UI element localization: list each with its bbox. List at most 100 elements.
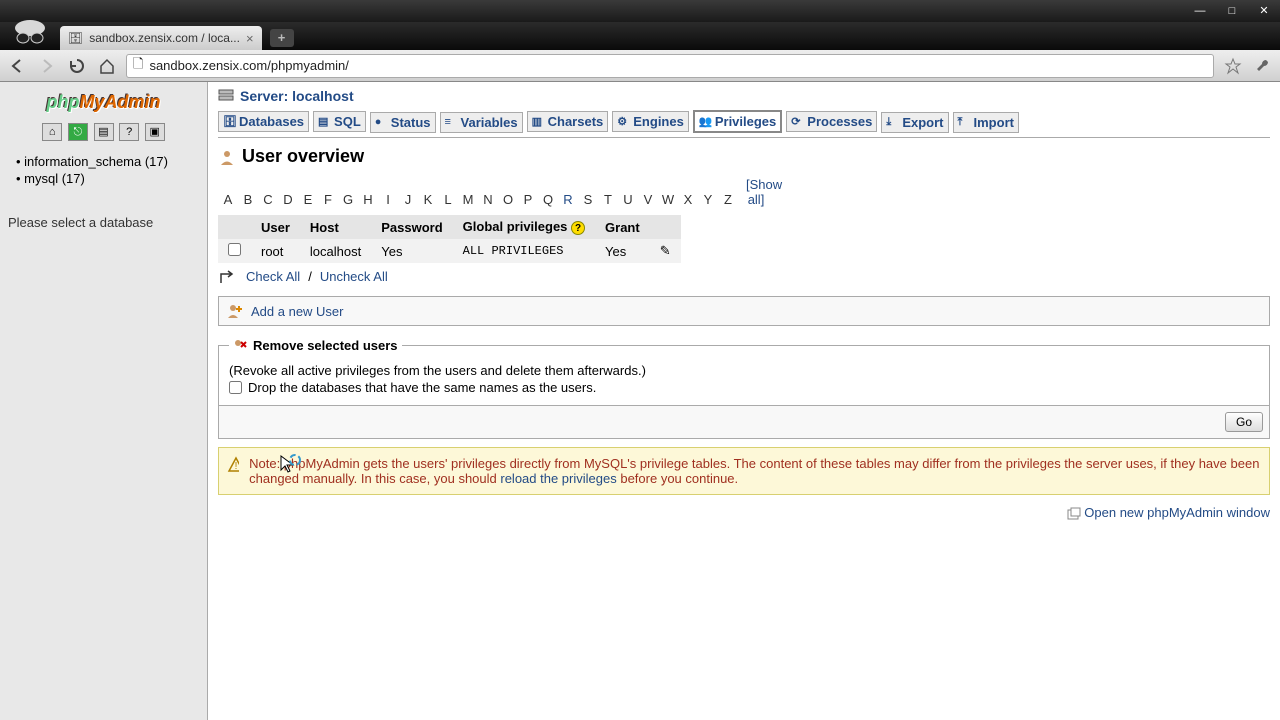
alpha-letter[interactable]: B [238,192,258,207]
alpha-letter[interactable]: A [218,192,238,207]
incognito-icon [10,14,50,48]
home-button[interactable] [96,55,118,77]
home-icon[interactable]: ⌂ [42,123,62,141]
alpha-letter[interactable]: Y [698,192,718,207]
database-list: information_schema (17)mysql (17) [16,153,199,187]
uncheck-all-link[interactable]: Uncheck All [320,269,388,284]
sidebar-db-item[interactable]: information_schema (17) [16,153,199,170]
alpha-letter[interactable]: J [398,192,418,207]
browser-tab[interactable]: 🗄 sandbox.zensix.com / loca... × [60,26,262,50]
open-new-window-link[interactable]: Open new phpMyAdmin window [1084,505,1270,520]
col-header: User [251,215,300,239]
tab-engines[interactable]: ⚙Engines [612,111,689,132]
new-window-icon [1067,507,1081,521]
alpha-letter[interactable]: Q [538,192,558,207]
tab-status[interactable]: ●Status [370,112,436,133]
arrow-left-icon [8,57,26,75]
wrench-icon [1254,57,1272,75]
tab-sql[interactable]: ▤SQL [313,111,366,132]
bookmark-button[interactable] [1222,55,1244,77]
alpha-letter[interactable]: U [618,192,638,207]
tab-icon: ⟳ [791,115,805,129]
breadcrumb[interactable]: Server: localhost [240,88,354,104]
tab-title: sandbox.zensix.com / loca... [89,31,240,45]
reload-privileges-link[interactable]: reload the privileges [500,471,616,486]
alpha-letter[interactable]: P [518,192,538,207]
minimize-button[interactable]: — [1188,3,1212,19]
tab-icon: ● [375,116,389,130]
alpha-letter[interactable]: O [498,192,518,207]
tab-close-button[interactable]: × [246,31,254,46]
alpha-letter[interactable]: G [338,192,358,207]
users-table: UserHostPasswordGlobal privileges ?Grant… [218,215,681,263]
help-icon[interactable]: ? [571,221,585,235]
tab-icon: ▤ [318,115,332,129]
row-checkbox[interactable] [228,243,241,256]
show-all-link[interactable]: [Show all] [746,177,766,207]
alpha-letter[interactable]: Z [718,192,738,207]
alpha-letter[interactable]: S [578,192,598,207]
add-user-box: Add a new User [218,296,1270,326]
back-button[interactable] [6,55,28,77]
col-header: Host [300,215,371,239]
go-button[interactable]: Go [1225,412,1263,432]
remove-desc: (Revoke all active privileges from the u… [229,363,1259,378]
col-header: Password [371,215,452,239]
alpha-letter[interactable]: D [278,192,298,207]
tab-privileges[interactable]: 👥Privileges [693,110,782,133]
add-user-icon [227,303,243,319]
alpha-letter[interactable]: M [458,192,478,207]
alpha-letter[interactable]: L [438,192,458,207]
tab-variables[interactable]: ≡Variables [440,112,523,133]
close-button[interactable]: ✕ [1252,3,1276,19]
sql-icon[interactable]: ▤ [94,123,114,141]
tab-icon: 🗄 [223,115,237,129]
arrow-up-icon [218,270,238,284]
tab-databases[interactable]: 🗄Databases [218,111,309,132]
wrench-button[interactable] [1252,55,1274,77]
edit-privileges-icon[interactable]: ✎ [660,243,671,258]
address-bar[interactable]: 🗋 sandbox.zensix.com/phpmyadmin/ [126,54,1214,78]
drop-db-checkbox[interactable] [229,381,242,394]
alpha-letter[interactable]: R [558,192,578,207]
alpha-letter[interactable]: T [598,192,618,207]
server-icon [218,88,234,104]
phpmyadmin-logo[interactable]: phpMyAdmin [8,92,199,113]
alpha-letter[interactable]: E [298,192,318,207]
tab-charsets[interactable]: ▥Charsets [527,111,609,132]
query-icon[interactable]: ▣ [145,123,165,141]
reload-button[interactable] [66,55,88,77]
forward-button[interactable] [36,55,58,77]
check-all-link[interactable]: Check All [246,269,300,284]
tab-icon: ⤓ [886,116,900,130]
tab-import[interactable]: ⤒Import [953,112,1019,133]
alpha-letter[interactable]: V [638,192,658,207]
alpha-letter[interactable]: C [258,192,278,207]
alpha-letter[interactable]: W [658,192,678,207]
tab-icon: ≡ [445,116,459,130]
sidebar-db-item[interactable]: mysql (17) [16,170,199,187]
sidebar: phpMyAdmin ⌂ ⎋ ▤ ? ▣ information_schema … [0,82,208,720]
alpha-letter[interactable]: F [318,192,338,207]
alpha-letter[interactable]: N [478,192,498,207]
alpha-letter[interactable]: X [678,192,698,207]
alpha-letter[interactable]: I [378,192,398,207]
new-tab-button[interactable]: + [270,29,294,47]
add-user-link[interactable]: Add a new User [251,304,344,319]
logout-icon[interactable]: ⎋ [68,123,88,141]
tab-export[interactable]: ⤓Export [881,112,948,133]
alpha-letter[interactable]: K [418,192,438,207]
docs-icon[interactable]: ? [119,123,139,141]
tab-icon: ▥ [532,115,546,129]
home-icon [98,57,116,75]
sidebar-toolbar: ⌂ ⎋ ▤ ? ▣ [8,123,199,141]
reload-icon [68,57,86,75]
remove-legend: Remove selected users [253,338,398,353]
alpha-letter[interactable]: H [358,192,378,207]
star-icon [1224,57,1242,75]
cell-grant: Yes [595,239,650,263]
arrow-right-icon [38,57,56,75]
tab-processes[interactable]: ⟳Processes [786,111,877,132]
maximize-button[interactable]: □ [1220,3,1244,19]
svg-text:!: ! [235,461,238,472]
